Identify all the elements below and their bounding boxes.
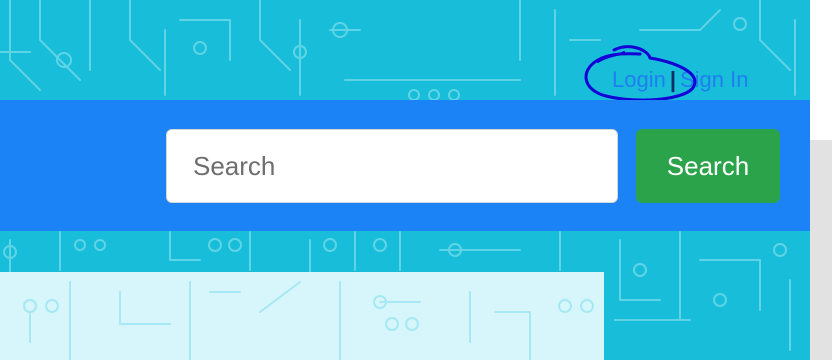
scrollbar-track[interactable] <box>810 140 832 360</box>
scroll-area-top <box>810 0 832 140</box>
login-link[interactable]: Login <box>612 67 666 93</box>
link-separator: | <box>669 67 676 92</box>
content-panel <box>0 272 604 360</box>
search-input[interactable] <box>166 129 618 203</box>
search-button[interactable]: Search <box>636 129 780 203</box>
page-viewport: Login | Sign In Search <box>0 0 810 360</box>
top-links: Login | Sign In <box>612 66 749 94</box>
sign-in-link[interactable]: Sign In <box>680 67 749 93</box>
content-circuit-pattern <box>23 281 594 360</box>
right-scroll-area <box>810 0 832 360</box>
navbar: Search <box>0 100 810 231</box>
